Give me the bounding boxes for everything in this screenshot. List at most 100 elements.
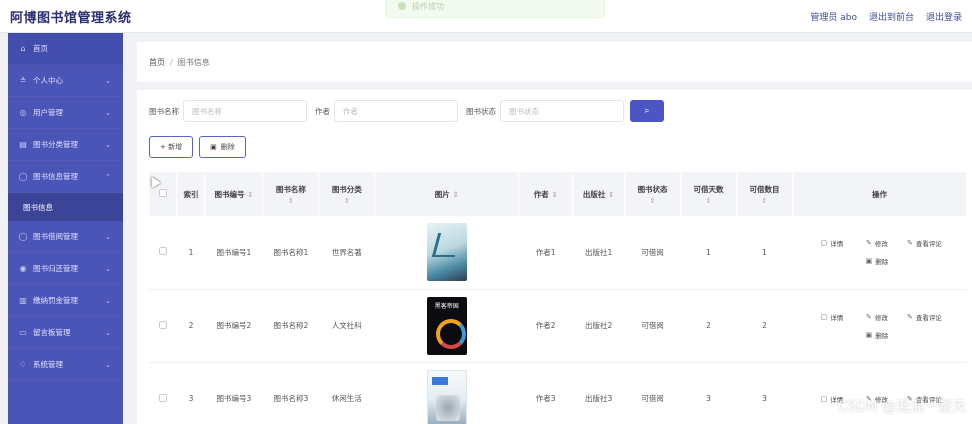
sidebar-item-label: 留言板管理 bbox=[33, 328, 71, 337]
sidebar-item-return[interactable]: ◉ 图书归还管理 ⌄ bbox=[8, 253, 123, 285]
sidebar-item-label: 系统管理 bbox=[33, 360, 63, 369]
status-label: 图书状态 bbox=[466, 106, 496, 116]
detail-icon: ▢ bbox=[820, 239, 828, 248]
toast-text: 操作成功 bbox=[412, 1, 444, 11]
breadcrumb-current: 图书信息 bbox=[177, 57, 210, 67]
sidebar: ⌂ 首页 ≗ 个人中心 ⌄ ◎ 用户管理 ⌄ ▤ 图书分类管理 ⌄ ◯ 图书信息… bbox=[8, 33, 123, 424]
sidebar-subitem-label: 图书信息 bbox=[23, 202, 53, 212]
detail-icon: ▢ bbox=[820, 312, 828, 321]
review-icon: ✎ bbox=[907, 239, 913, 248]
header-publisher[interactable]: 出版社 ⇕ bbox=[572, 172, 626, 216]
row-delete-button[interactable]: ▣ 删除 bbox=[854, 330, 899, 340]
chevron-down-icon: ⌄ bbox=[105, 232, 111, 241]
cell-author: 作者1 bbox=[518, 216, 573, 290]
cell-index: 1 bbox=[176, 216, 205, 290]
header-image[interactable]: 图片 ⇕ bbox=[374, 172, 520, 216]
sidebar-item-category[interactable]: ▤ 图书分类管理 ⌄ bbox=[8, 129, 123, 161]
row-checkbox[interactable] bbox=[149, 362, 177, 424]
status-input[interactable]: 图书状态 bbox=[500, 100, 624, 122]
sidebar-item-label: 图书归还管理 bbox=[33, 264, 78, 273]
table-row: 1 图书编号1 图书名称1 世界名著 作者1 出版社1 可借阅 1 1 ▢ 详情 … bbox=[149, 216, 967, 290]
cell-image bbox=[374, 362, 519, 424]
detail-button[interactable]: ▢ 详情 bbox=[809, 312, 854, 322]
header-ops: 操作 bbox=[792, 172, 968, 216]
breadcrumb: 首页 / 图书信息 bbox=[137, 42, 972, 82]
sidebar-item-message[interactable]: ▭ 留言板管理 ⌄ bbox=[8, 317, 123, 349]
review-button[interactable]: ✎ 查看评论 bbox=[899, 238, 949, 248]
cell-code: 图书编号2 bbox=[204, 289, 263, 363]
cell-category: 世界名著 bbox=[318, 216, 375, 290]
watermark: CSDN @混混一整天 bbox=[837, 399, 966, 415]
header-author[interactable]: 作者 ⇕ bbox=[518, 172, 574, 216]
header-category[interactable]: 图书分类 ⇕ bbox=[318, 172, 376, 216]
category-icon: ▤ bbox=[19, 140, 27, 149]
sidebar-subitem-book-info[interactable]: 图书信息 bbox=[8, 193, 123, 221]
sidebar-item-label: 图书借阅管理 bbox=[33, 232, 78, 241]
cell-publisher: 出版社3 bbox=[572, 362, 625, 424]
sidebar-item-borrow[interactable]: ◯ 图书借阅管理 ⌄ bbox=[8, 221, 123, 253]
action-bar: + 新增 ▣ 删除 bbox=[149, 136, 246, 158]
chevron-down-icon: ⌄ bbox=[105, 264, 111, 273]
cell-count: 2 bbox=[736, 289, 793, 363]
cell-image bbox=[374, 216, 519, 290]
book-cover-image bbox=[426, 369, 467, 424]
success-icon bbox=[398, 2, 406, 10]
sidebar-item-label: 图书信息管理 bbox=[33, 172, 78, 181]
users-icon: ◎ bbox=[19, 108, 27, 117]
sidebar-item-personal[interactable]: ≗ 个人中心 ⌄ bbox=[8, 65, 123, 97]
chevron-down-icon: ⌄ bbox=[105, 328, 111, 337]
edit-button[interactable]: ✎ 修改 bbox=[854, 238, 899, 248]
search-button[interactable]: ⌕ bbox=[630, 100, 664, 122]
row-checkbox[interactable] bbox=[149, 216, 177, 290]
logout-link[interactable]: 退出登录 bbox=[926, 10, 962, 23]
delete-button[interactable]: ▣ 删除 bbox=[199, 136, 246, 158]
breadcrumb-home[interactable]: 首页 bbox=[149, 57, 165, 68]
row-delete-button[interactable]: ▣ 删除 bbox=[854, 256, 899, 266]
chevron-down-icon: ⌄ bbox=[105, 360, 111, 369]
header-count[interactable]: 可借数目 ⇕ bbox=[736, 172, 793, 216]
cell-count: 3 bbox=[736, 362, 793, 424]
header-days[interactable]: 可借天数 ⇕ bbox=[680, 172, 737, 216]
sidebar-item-fine[interactable]: ▥ 缴纳罚金管理 ⌄ bbox=[8, 285, 123, 317]
trash-icon: ▣ bbox=[865, 330, 873, 339]
cell-code: 图书编号3 bbox=[204, 362, 263, 424]
top-bar: 阿博图书馆管理系统 操作成功 管理员 abo 退出到前台 退出登录 bbox=[0, 0, 972, 33]
header-book-name[interactable]: 图书名称 ⇕ bbox=[262, 172, 320, 216]
detail-icon: ▢ bbox=[820, 394, 828, 403]
back-to-front-link[interactable]: 退出到前台 bbox=[869, 10, 914, 23]
review-icon: ✎ bbox=[907, 312, 913, 321]
header-status[interactable]: 图书状态 ⇕ bbox=[624, 172, 682, 216]
edit-icon: ✎ bbox=[866, 239, 872, 248]
return-icon: ◉ bbox=[19, 264, 27, 273]
table-row: 2 图书编号2 图书名称2 人文社科 黑客帝国 作者2 出版社2 可借阅 2 2… bbox=[149, 289, 967, 363]
add-button[interactable]: + 新增 bbox=[149, 136, 194, 158]
sidebar-item-book-info[interactable]: ◯ 图书信息管理 ⌃ bbox=[8, 161, 123, 193]
chevron-down-icon: ⌄ bbox=[105, 296, 111, 305]
cell-index: 3 bbox=[176, 362, 205, 424]
row-checkbox[interactable] bbox=[149, 289, 177, 363]
review-button[interactable]: ✎ 查看评论 bbox=[899, 312, 949, 322]
sidebar-item-users[interactable]: ◎ 用户管理 ⌄ bbox=[8, 97, 123, 129]
sidebar-item-system[interactable]: ♢ 系统管理 ⌄ bbox=[8, 349, 123, 381]
trash-icon: ▣ bbox=[865, 257, 873, 266]
cell-category: 休闲生活 bbox=[318, 362, 375, 424]
book-icon: ◯ bbox=[18, 172, 28, 181]
cell-days: 3 bbox=[680, 362, 737, 424]
cell-index: 2 bbox=[176, 289, 205, 363]
book-table: 索引 图书编号 ⇕ 图书名称 ⇕ 图书分类 ⇕ 图片 ⇕ 作者 ⇕ 出版社 ⇕ 图书… bbox=[149, 172, 968, 424]
cell-name: 图书名称2 bbox=[262, 289, 319, 363]
cell-days: 2 bbox=[680, 289, 737, 363]
chevron-down-icon: ⌄ bbox=[105, 76, 111, 85]
detail-button[interactable]: ▢ 详情 bbox=[809, 238, 854, 248]
chevron-up-icon: ⌃ bbox=[105, 172, 111, 181]
sidebar-item-home[interactable]: ⌂ 首页 bbox=[8, 33, 123, 65]
app-title: 阿博图书馆管理系统 bbox=[10, 10, 132, 26]
table-header-row: 索引 图书编号 ⇕ 图书名称 ⇕ 图书分类 ⇕ 图片 ⇕ 作者 ⇕ 出版社 ⇕ 图书… bbox=[149, 172, 968, 216]
author-input[interactable]: 作者 bbox=[334, 100, 458, 122]
book-name-input[interactable]: 图书名称 bbox=[183, 100, 307, 122]
cell-days: 1 bbox=[680, 216, 737, 290]
edit-button[interactable]: ✎ 修改 bbox=[854, 312, 899, 322]
cell-image: 黑客帝国 bbox=[374, 289, 519, 363]
trash-icon: ▣ bbox=[210, 143, 217, 151]
header-book-code[interactable]: 图书编号 ⇕ bbox=[204, 172, 264, 216]
